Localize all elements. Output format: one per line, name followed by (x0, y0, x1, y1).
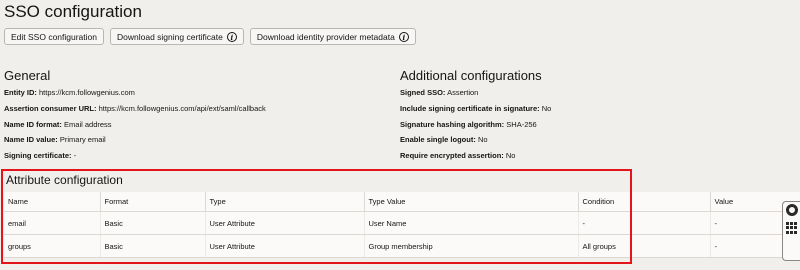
download-signing-certificate-button[interactable]: Download signing certificate i (110, 28, 244, 45)
acs-url-value: https://kcm.followgenius.com/api/ext/sam… (98, 104, 266, 113)
help-side-widget[interactable] (782, 201, 800, 261)
signing-certificate-row: Signing certificate: - (4, 151, 76, 161)
hash-algorithm-row: Signature hashing algorithm: SHA-256 (400, 120, 537, 130)
download-idp-metadata-button[interactable]: Download identity provider metadata i (249, 28, 416, 45)
general-heading: General (4, 68, 51, 83)
info-icon[interactable]: i (398, 31, 409, 42)
single-logout-label: Enable single logout: (400, 135, 476, 144)
include-cert-row: Include signing certificate in signature… (400, 104, 551, 114)
edit-sso-button[interactable]: Edit SSO configuration (4, 28, 104, 45)
additional-heading: Additional configurations (400, 68, 542, 83)
page-title: SSO configuration (4, 2, 142, 21)
edit-sso-label: Edit SSO configuration (11, 31, 97, 42)
acs-url-label: Assertion consumer URL: (4, 104, 97, 113)
include-cert-label: Include signing certificate in signature… (400, 104, 540, 113)
entity-id-value: https://kcm.followgenius.com (39, 88, 135, 97)
signing-certificate-value: - (73, 151, 77, 160)
signed-sso-value: Assertion (447, 88, 479, 97)
entity-id-label: Entity ID: (4, 88, 37, 97)
name-id-format-label: Name ID format: (4, 120, 62, 129)
grid-icon[interactable] (785, 222, 798, 234)
signed-sso-row: Signed SSO: Assertion (400, 88, 478, 98)
toolbar: Edit SSO configuration Download signing … (4, 28, 416, 45)
name-id-format-row: Name ID format: Email address (4, 120, 112, 130)
attribute-configuration-highlight (1, 169, 632, 264)
lifebuoy-icon[interactable] (785, 204, 798, 216)
name-id-value-label: Name ID value: (4, 135, 58, 144)
hash-algorithm-label: Signature hashing algorithm: (400, 120, 505, 129)
hash-algorithm-value: SHA-256 (506, 120, 537, 129)
name-id-value-row: Name ID value: Primary email (4, 135, 106, 145)
download-meta-label: Download identity provider metadata (256, 31, 395, 42)
download-cert-label: Download signing certificate (117, 31, 223, 42)
encrypted-assertion-label: Require encrypted assertion: (400, 151, 504, 160)
acs-url-row: Assertion consumer URL: https://kcm.foll… (4, 104, 266, 114)
encrypted-assertion-row: Require encrypted assertion: No (400, 151, 515, 161)
info-icon[interactable]: i (226, 31, 237, 42)
entity-id-row: Entity ID: https://kcm.followgenius.com (4, 88, 135, 98)
signed-sso-label: Signed SSO: (400, 88, 446, 97)
name-id-value-value: Primary email (59, 135, 106, 144)
name-id-format-value: Email address (64, 120, 112, 129)
encrypted-assertion-value: No (505, 151, 516, 160)
single-logout-row: Enable single logout: No (400, 135, 488, 145)
single-logout-value: No (477, 135, 488, 144)
signing-certificate-label: Signing certificate: (4, 151, 72, 160)
include-cert-value: No (541, 104, 552, 113)
